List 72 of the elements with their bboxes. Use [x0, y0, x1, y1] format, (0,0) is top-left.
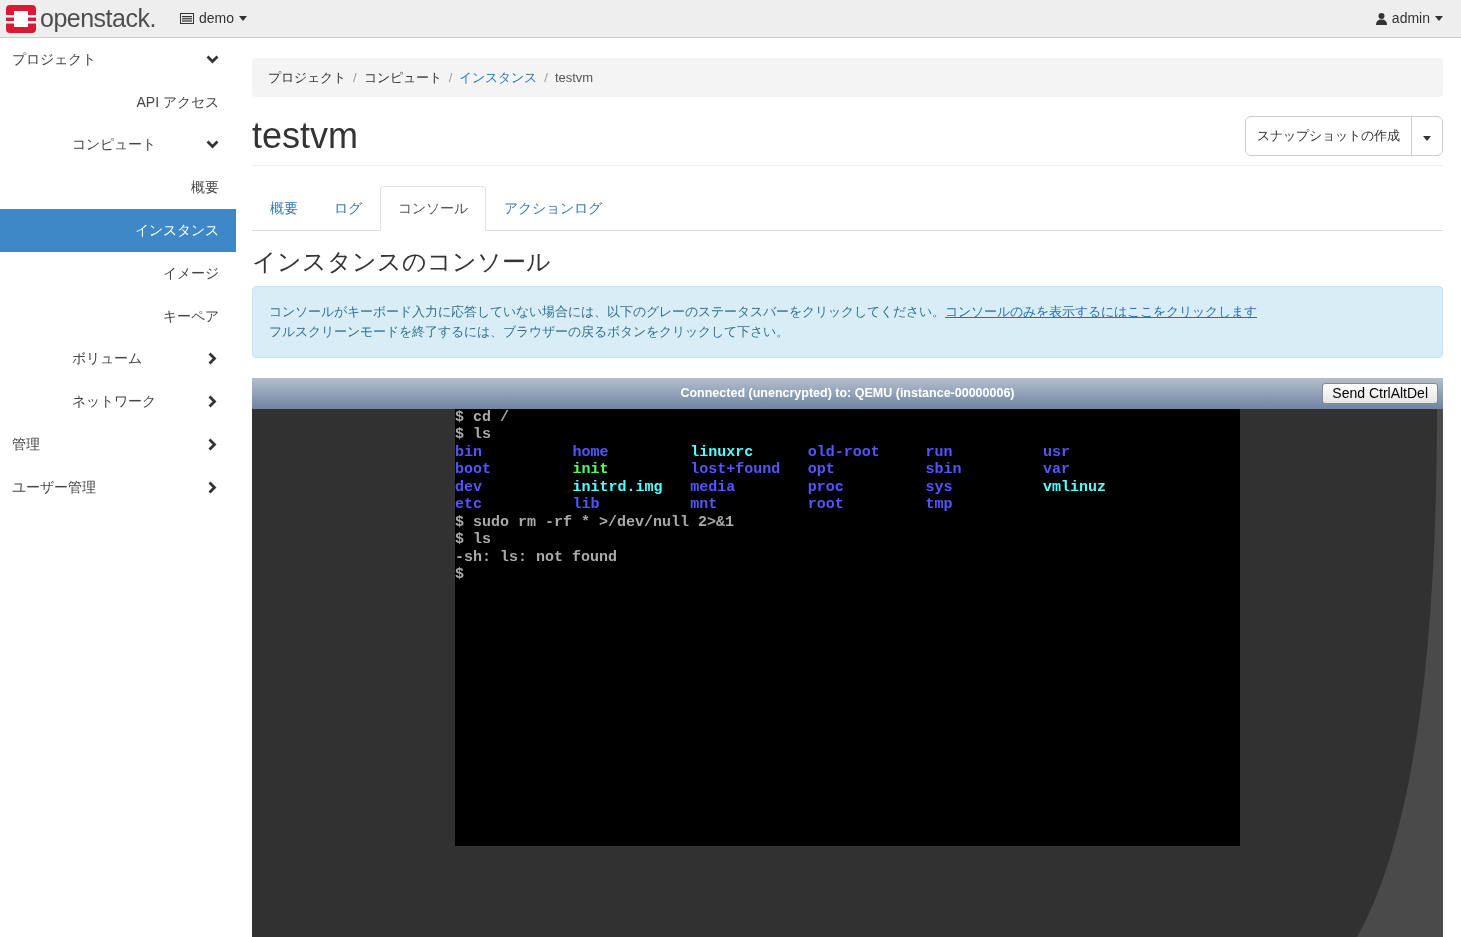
- file-name: bin: [455, 443, 482, 461]
- breadcrumb-item: コンピュート: [363, 68, 442, 87]
- breadcrumb-current: testvm: [554, 68, 594, 87]
- terminal-line: -sh: ls: not found: [455, 548, 619, 567]
- file-name: opt: [807, 461, 835, 479]
- user-menu[interactable]: admin: [1375, 8, 1443, 29]
- terminal-screen[interactable]: $ cd / $ ls bin home linuxrc old-root run usr boot init lost+found opt sbin var dev initrd.img media proc sys vmlinuz etc lib mnt root tmp $ sudo rm -rf * >/dev/null 2>&1 $ ls -sh: ls: not found $: [455, 408, 1240, 846]
- sidebar-group[interactable]: ボリューム: [0, 337, 236, 381]
- sidebar-item[interactable]: インスタンス: [0, 209, 236, 252]
- file-name: usr: [1042, 443, 1070, 461]
- page-title: testvm: [252, 118, 358, 154]
- file-name: initrd.img: [572, 478, 663, 496]
- section-title: インスタンスのコンソール: [252, 248, 552, 277]
- file-name: linuxrc: [690, 443, 754, 461]
- chevron-right-icon: [206, 438, 219, 452]
- sidebar-group[interactable]: コンピュート: [0, 123, 236, 167]
- breadcrumb-item: プロジェクト: [268, 68, 346, 87]
- sidebar-group[interactable]: ネットワーク: [0, 380, 236, 424]
- file-name: var: [1042, 461, 1070, 479]
- file-name: tmp: [925, 496, 953, 514]
- file-name: run: [925, 443, 953, 461]
- send-ctrl-alt-del-button[interactable]: Send CtrlAltDel: [1322, 382, 1438, 404]
- sidebar-group[interactable]: 管理: [0, 423, 236, 466]
- breadcrumb-separator: /: [352, 68, 358, 87]
- file-name: old-root: [807, 443, 880, 461]
- terminal-line: $ sudo rm -rf * >/dev/null 2>&1: [455, 513, 736, 532]
- chevron-right-icon: [206, 352, 219, 366]
- alert-text: コンソールがキーボード入力に応答していない場合には、以下のグレーのステータスバーをクリックしてください。コンソールのみを表示するにはここをクリックします: [269, 302, 1258, 321]
- file-name: media: [690, 478, 736, 496]
- logo-text: openstack.: [40, 2, 156, 34]
- sidebar-group[interactable]: プロジェクト: [0, 38, 236, 81]
- file-name: sys: [925, 478, 953, 496]
- tab[interactable]: コンソール: [380, 186, 486, 231]
- project-menu[interactable]: demo: [179, 8, 247, 29]
- sidebar-item[interactable]: キーペア: [0, 294, 236, 338]
- file-name: dev: [455, 478, 482, 496]
- sidebar-item[interactable]: API アクセス: [0, 80, 236, 124]
- chevron-right-icon: [206, 395, 219, 409]
- user-icon: [1375, 12, 1387, 25]
- breadcrumb-link[interactable]: インスタンス: [459, 67, 538, 88]
- file-name: root: [807, 496, 844, 514]
- file-name: init: [572, 461, 609, 479]
- chevron-right-icon: [206, 480, 219, 494]
- file-name: etc: [455, 496, 482, 514]
- breadcrumb-separator: /: [543, 68, 549, 87]
- terminal-line: $: [455, 566, 465, 584]
- dropdown-toggle[interactable]: [1411, 116, 1443, 156]
- terminal-line: $ ls: [455, 426, 492, 444]
- terminal-line: $ ls: [455, 531, 492, 549]
- file-name: lost+found: [690, 461, 781, 479]
- tab[interactable]: アクションログ: [486, 186, 620, 231]
- file-name: lib: [572, 496, 600, 514]
- console-status-bar[interactable]: Connected (unencrypted) to: QEMU (instance-00000006) Send CtrlAltDel: [252, 377, 1443, 409]
- tab[interactable]: 概要: [252, 186, 316, 231]
- file-name: boot: [455, 461, 491, 479]
- create-snapshot-button[interactable]: スナップショットの作成: [1245, 116, 1412, 156]
- list-icon: [179, 13, 194, 24]
- file-name: home: [572, 443, 609, 461]
- sidebar-item[interactable]: 概要: [0, 166, 236, 210]
- console-only-link[interactable]: コンソールのみを表示するにはここをクリックします: [945, 303, 1257, 319]
- file-name: mnt: [690, 496, 718, 514]
- sidebar-group[interactable]: ユーザー管理: [0, 465, 236, 509]
- terminal-line: $ cd /: [455, 408, 510, 427]
- alert-text: フルスクリーンモードを終了するには、ブラウザーの戻るボタンをクリックして下さい。: [269, 322, 790, 341]
- breadcrumb-separator: /: [447, 68, 454, 87]
- file-name: proc: [807, 478, 844, 496]
- connection-status: Connected (unencrypted) to: QEMU (instance-00000006): [680, 384, 1015, 402]
- logo-icon: [6, 4, 36, 33]
- sidebar-item[interactable]: イメージ: [0, 252, 236, 295]
- tab[interactable]: ログ: [316, 186, 380, 231]
- file-name: sbin: [925, 461, 962, 479]
- file-name: vmlinuz: [1042, 478, 1106, 496]
